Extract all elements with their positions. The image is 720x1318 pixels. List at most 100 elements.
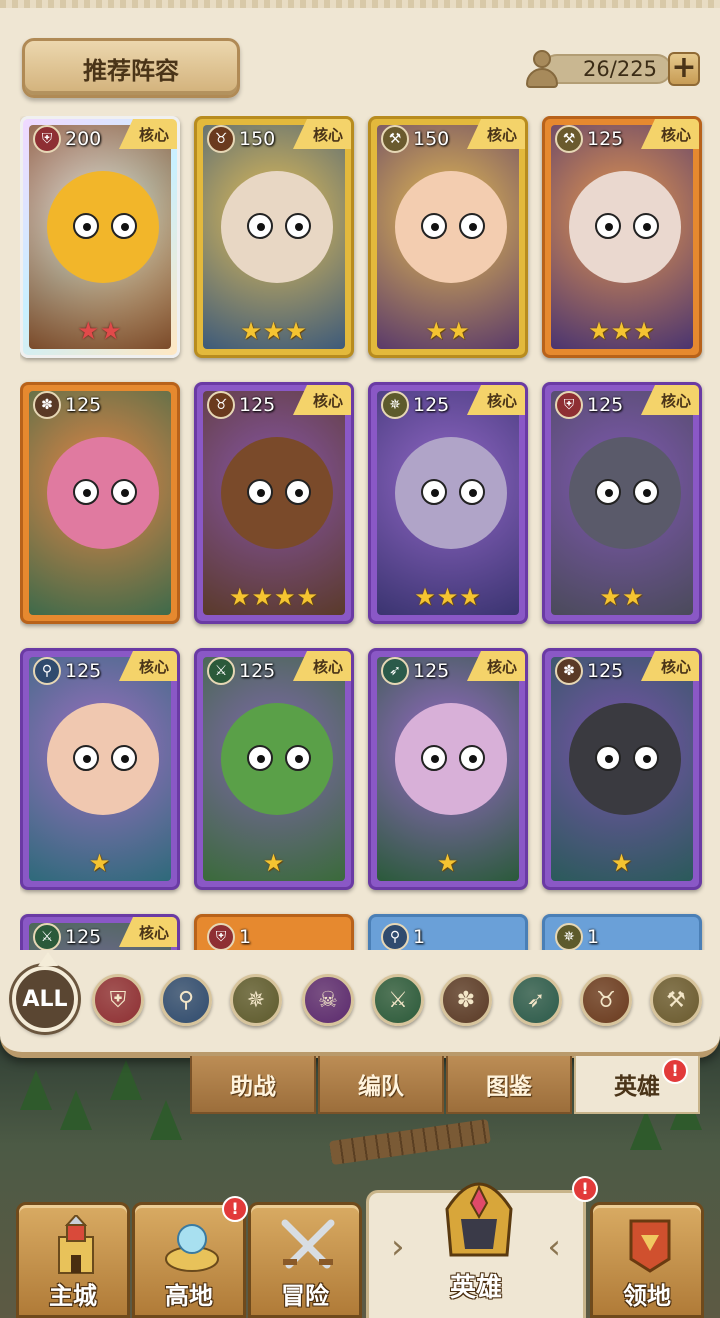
filter-wings-button[interactable]: ✵ [230,974,282,1026]
hero-portrait [29,391,171,615]
hero-eye [285,745,311,771]
hero-card[interactable]: ⚲ 125 核心 ★ [20,648,180,890]
hero-card[interactable]: ✵ 1 [542,914,702,950]
hero-card[interactable]: ⚔ 125 核心 ★ [194,648,354,890]
wings-icon: ✵ [381,391,409,419]
hero-power-value: 125 [587,128,624,150]
shield-icon: ⛨ [207,923,235,950]
hero-card[interactable]: ✵ 125 核心 ★★★ [368,382,528,624]
filter-staff-button[interactable]: ⚲ [160,974,212,1026]
hero-helmet-icon [445,1182,513,1257]
hero-card[interactable]: ⚲ 1 [368,914,528,950]
hero-face [47,437,159,549]
hero-face [221,437,333,549]
shield-icon: ⛨ [109,987,127,1013]
hero-card[interactable]: ⚒ 150 核心 ★★ [368,116,528,358]
filter-swords-button[interactable]: ⚔ [372,974,424,1026]
hero-power-value: 125 [413,660,450,682]
wings-icon: ✵ [555,923,583,950]
tree-decoration [60,1090,92,1130]
castle-icon [58,1215,94,1274]
nav-adventure[interactable]: 冒险 [248,1202,362,1318]
filter-skull-button[interactable]: ☠ [302,974,354,1026]
hero-card[interactable]: ⛨ 125 核心 ★★ [542,382,702,624]
staff-icon: ⚲ [177,987,195,1013]
hero-card[interactable]: ✽ 125 [20,382,180,624]
filter-ox-button[interactable]: ♉ [580,974,632,1026]
filter-bow-button[interactable]: ➶ [510,974,562,1026]
paw-icon: ✽ [555,657,583,685]
hero-eye [595,213,621,239]
hero-power-value: 1 [239,926,252,948]
recommend-lineup-button[interactable]: 推荐阵容 [22,38,240,98]
nav-highland-label: 高地 [165,1282,213,1310]
hero-stars: ★ [610,849,634,877]
hero-eye [421,479,447,505]
hero-power-value: 125 [65,926,102,948]
hero-card[interactable]: ✽ 125 核心 ★ [542,648,702,890]
hero-stars: ★ [88,849,112,877]
hero-eye [73,213,99,239]
hero-card[interactable]: ⚒ 125 核心 ★★★ [542,116,702,358]
hero-power-value: 125 [65,660,102,682]
nav-hero[interactable]: › ‹ 英雄 [366,1182,586,1318]
hero-stars: ★ [262,849,286,877]
hero-card[interactable]: ⛨ 1 [194,914,354,950]
hero-card[interactable]: ⛨ 200 核心 ★★ [20,116,180,358]
hero-card[interactable]: ♉ 125 核心 ★★★★ [194,382,354,624]
bow-icon: ➶ [526,987,546,1013]
core-tag: 核心 [467,119,525,149]
hero-eye [633,745,659,771]
core-tag: 核心 [293,119,351,149]
filter-paw-button[interactable]: ✽ [440,974,492,1026]
hammer-icon: ⚒ [555,125,583,153]
hero-card[interactable]: ⚔ 125 核心 [20,914,180,950]
hero-power: ⚒ 150 [381,125,449,153]
core-tag: 核心 [641,651,699,681]
filter-all-button[interactable]: ALL [12,952,78,1032]
hero-power-value: 1 [587,926,600,948]
hero-face [395,171,507,283]
hero-eye [595,479,621,505]
hero-portrait [203,657,345,881]
paw-icon: ✽ [456,987,476,1013]
hero-face [569,703,681,815]
chevron-left-icon: ‹ [547,1227,561,1267]
hero-eye [73,745,99,771]
filter-hammer-button[interactable]: ⚒ [650,974,702,1026]
hero-eye [285,479,311,505]
hero-portrait [29,657,171,881]
hero-face [569,171,681,283]
hero-power: ✵ 1 [555,923,599,950]
staff-icon: ⚲ [33,657,61,685]
core-tag: 核心 [641,119,699,149]
ox-icon: ♉ [207,391,235,419]
core-tag: 核心 [293,385,351,415]
tab-support[interactable]: 助战 [190,1056,316,1114]
hero-eye [285,213,311,239]
hammer-icon: ⚒ [381,125,409,153]
tree-decoration [630,1110,662,1150]
nav-castle[interactable]: 主城 [16,1202,130,1318]
hero-power: ✽ 125 [33,391,101,419]
hero-power: ⚒ 125 [555,125,623,153]
hero-power: ⛨ 200 [33,125,101,153]
tab-formation[interactable]: 编队 [318,1056,444,1114]
filter-shield-button[interactable]: ⛨ [92,974,144,1026]
tab-codex[interactable]: 图鉴 [446,1056,572,1114]
wings-icon: ✵ [246,987,266,1013]
nav-territory[interactable]: 领地 [590,1202,704,1318]
hero-portrait [551,125,693,349]
hero-card[interactable]: ➶ 125 核心 ★ [368,648,528,890]
hero-panel: 推荐阵容 26/225 + ⛨ 200 核心 ★★ ♉ 150 核心 ★★★ ⚒ 150 核心 ★★ ⚒… [0,0,720,1058]
hero-card[interactable]: ♉ 150 核心 ★★★ [194,116,354,358]
hero-eye [421,745,447,771]
hero-portrait [377,657,519,881]
core-tag: 核心 [119,119,177,149]
hero-portrait [551,391,693,615]
hero-eye [633,479,659,505]
add-capacity-button[interactable]: + [668,52,700,86]
hero-eye [247,213,273,239]
hero-stars: ★★★ [414,583,482,611]
staff-icon: ⚲ [381,923,409,950]
